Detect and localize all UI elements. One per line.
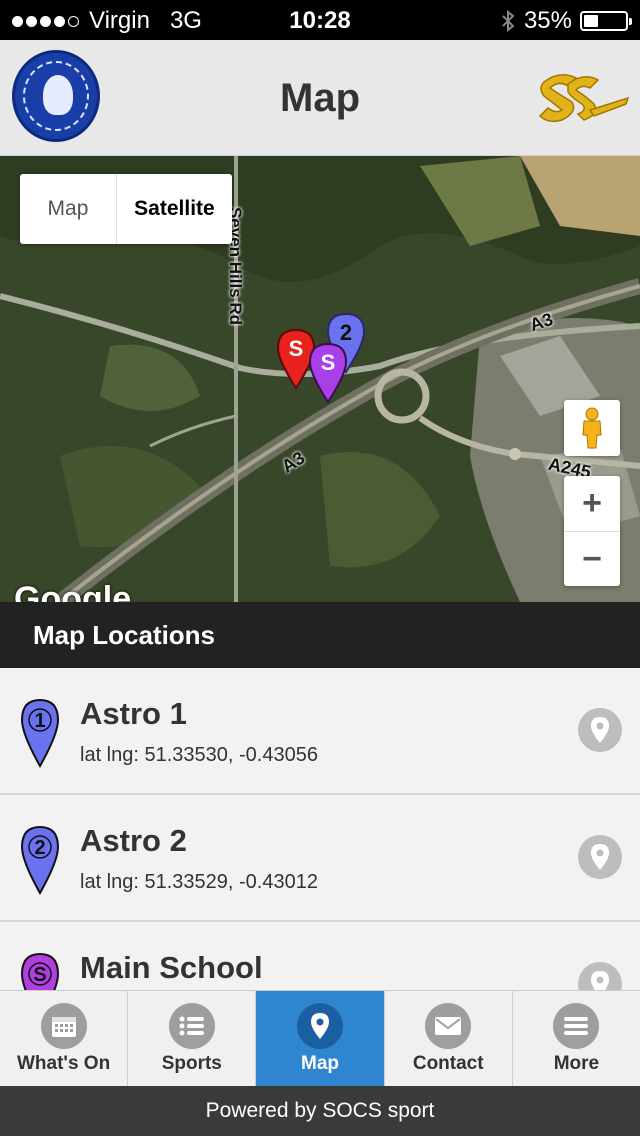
map-view[interactable]: Seven Hills Rd A3 A3 A245 2 S S Map Sate…: [0, 156, 640, 602]
location-pin-icon: [591, 971, 609, 990]
tab-label: What's On: [17, 1053, 111, 1074]
map-pin-main-school[interactable]: S: [308, 342, 348, 404]
status-right: 35%: [500, 7, 632, 35]
bottom-tab-bar: What's On Sports Map Contact More: [0, 990, 640, 1086]
google-watermark: Google: [14, 580, 132, 602]
socs-sport-logo[interactable]: [538, 68, 630, 128]
map-type-satellite-button[interactable]: Satellite: [115, 174, 232, 244]
tab-label: Contact: [412, 1053, 484, 1074]
location-pin-icon: [591, 844, 609, 870]
location-name: Astro 1: [80, 696, 187, 731]
menu-icon: [553, 1003, 600, 1049]
tab-label: More: [553, 1053, 600, 1074]
bluetooth-icon: [502, 9, 515, 33]
tab-contact[interactable]: Contact: [385, 991, 513, 1086]
map-pin-icon: [297, 1003, 343, 1049]
location-pin-icon: [591, 717, 609, 743]
calendar-icon: [40, 1003, 87, 1049]
list-item-main-school[interactable]: S Main School: [0, 922, 640, 990]
marker-label: 1: [34, 710, 45, 732]
locate-button[interactable]: [578, 835, 622, 879]
pegman-icon: [582, 407, 602, 449]
marker-pin-icon: S: [20, 952, 60, 990]
location-coords: lat lng: 51.33530, -0.43056: [80, 744, 318, 766]
envelope-icon: [425, 1003, 472, 1049]
tab-more[interactable]: More: [513, 991, 640, 1086]
locate-button[interactable]: [578, 708, 622, 752]
marker-pin-icon: 1: [20, 698, 60, 768]
location-list[interactable]: 1 Astro 1 lat lng: 51.33530, -0.43056 2 …: [0, 668, 640, 990]
locate-button[interactable]: [578, 962, 622, 990]
street-view-pegman-button[interactable]: [564, 400, 620, 456]
tab-sports[interactable]: Sports: [128, 991, 257, 1086]
battery-icon: [580, 11, 632, 31]
tab-whats-on[interactable]: What's On: [0, 991, 129, 1086]
marker-pin-icon: 2: [20, 825, 60, 895]
status-bar: Virgin 3G 10:28 35%: [0, 0, 640, 40]
location-name: Astro 2: [80, 823, 187, 858]
map-pin-purple-label: S: [321, 350, 336, 375]
powered-by-footer[interactable]: Powered by SOCS sport: [0, 1086, 640, 1136]
map-pin-red-label: S: [289, 336, 304, 361]
list-item-astro-2[interactable]: 2 Astro 2 lat lng: 51.33529, -0.43012: [0, 795, 640, 922]
zoom-out-button[interactable]: −: [564, 531, 620, 586]
battery-percent: 35%: [523, 7, 572, 34]
tab-label: Map: [301, 1053, 339, 1074]
marker-label: S: [33, 964, 46, 986]
location-coords: lat lng: 51.33529, -0.43012: [80, 871, 318, 893]
tab-map[interactable]: Map: [256, 991, 385, 1086]
app-header: Map: [0, 40, 640, 156]
zoom-controls: + −: [564, 476, 620, 586]
map-type-map-button[interactable]: Map: [20, 174, 116, 244]
map-type-toggle: Map Satellite: [20, 174, 232, 244]
zoom-in-button[interactable]: +: [564, 476, 620, 531]
location-name: Main School: [80, 950, 263, 985]
list-icon: [168, 1003, 215, 1049]
marker-label: 2: [34, 837, 45, 859]
tab-label: Sports: [161, 1053, 222, 1074]
list-item-astro-1[interactable]: 1 Astro 1 lat lng: 51.33530, -0.43056: [0, 668, 640, 795]
section-title: Map Locations: [0, 602, 640, 668]
